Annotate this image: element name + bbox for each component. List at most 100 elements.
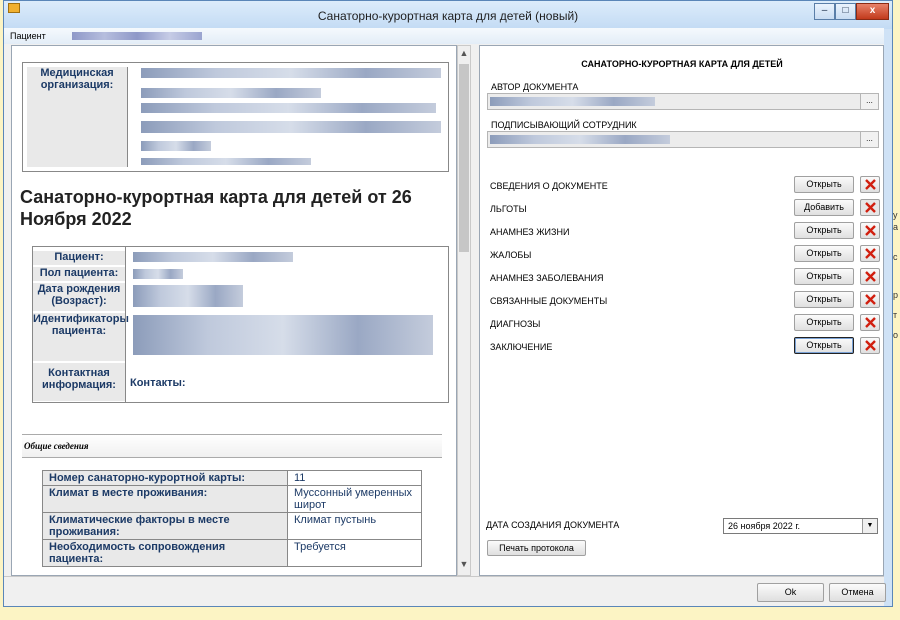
author-label: АВТОР ДОКУМЕНТА [491,82,579,92]
contacts-value: Контакты: [130,377,186,389]
section-row-diagnoses: ДИАГНОЗЫ Открыть [490,314,880,334]
section-row-benefits: ЛЬГОТЫ Добавить [490,199,880,219]
redacted-text [141,103,436,113]
signer-field[interactable]: ... [487,131,879,148]
background-fragment: т [893,310,898,320]
redacted-patient-name [72,32,202,40]
delete-icon [865,317,876,328]
table-row: Номер санаторно-курортной карты: 11 [42,470,422,486]
row-label: Климат в месте проживания: [42,485,288,513]
background-fragment: c [893,252,898,262]
row-value: Требуется [287,539,422,567]
redacted-text [141,158,311,165]
delete-button[interactable] [860,337,880,354]
section-label: СВЯЗАННЫЕ ДОКУМЕНТЫ [490,296,608,306]
row-value: Климат пустынь [287,512,422,540]
delete-button[interactable] [860,245,880,262]
row-label: Необходимость сопровождения пациента: [42,539,288,567]
organization-label: Медицинская организация: [27,67,128,167]
general-info-title: Общие сведения [24,441,89,451]
delete-icon [865,271,876,282]
author-browse-button[interactable]: ... [860,94,878,109]
general-info-table: Номер санаторно-курортной карты: 11 Клим… [42,470,422,567]
redacted-text [133,285,243,307]
delete-icon [865,202,876,213]
delete-icon [865,248,876,259]
section-row-conclusion: ЗАКЛЮЧЕНИЕ Открыть [490,337,880,357]
maximize-button[interactable]: □ [835,3,856,20]
redacted-text [141,68,441,78]
section-label: АНАМНЕЗ ЗАБОЛЕВАНИЯ [490,273,604,283]
delete-button[interactable] [860,268,880,285]
table-row: Необходимость сопровождения пациента: Тр… [42,539,422,567]
contact-label: Контактная информация: [33,363,125,401]
delete-button[interactable] [860,291,880,308]
dropdown-arrow-icon[interactable]: ▼ [862,519,877,533]
date-value: 26 ноября 2022 г. [728,521,800,531]
ids-label: Идентификаторы пациента: [33,313,129,361]
redacted-text [141,88,321,98]
redacted-text [133,315,433,355]
card-editor-panel: САНАТОРНО-КУРОРТНАЯ КАРТА ДЛЯ ДЕТЕЙ АВТО… [479,45,884,576]
redacted-text [133,252,293,262]
delete-icon [865,340,876,351]
open-button[interactable]: Открыть [794,268,854,285]
background-fragment: а [893,222,899,232]
section-label: ЖАЛОБЫ [490,250,532,260]
patient-info-table: Пациент: Пол пациента: Дата рождения (Во… [32,246,449,403]
open-button[interactable]: Открыть [794,291,854,308]
dob-label: Дата рождения (Возраст): [33,283,125,311]
close-button[interactable]: x [856,3,889,20]
section-label: ДИАГНОЗЫ [490,319,541,329]
background-fragment: о [893,330,899,340]
title-bar: Санаторно-курортная карта для детей (нов… [4,1,892,29]
document-preview: Медицинская организация: Санаторно-курор… [11,45,457,576]
panel-title: САНАТОРНО-КУРОРТНАЯ КАРТА ДЛЯ ДЕТЕЙ [581,59,783,69]
preview-scrollbar[interactable]: ▲ ▼ [457,45,471,576]
date-label: ДАТА СОЗДАНИЯ ДОКУМЕНТА [486,520,620,530]
ok-button[interactable]: Ok [757,583,824,602]
section-row-complaints: ЖАЛОБЫ Открыть [490,245,880,265]
cancel-button[interactable]: Отмена [829,583,886,602]
row-value: 11 [287,470,422,486]
delete-icon [865,294,876,305]
document-title: Санаторно-курортная карта для детей от 2… [20,187,412,229]
section-row-related-docs: СВЯЗАННЫЕ ДОКУМЕНТЫ Открыть [490,291,880,311]
scroll-up-arrow-icon[interactable]: ▲ [458,48,470,62]
row-label: Климатические факторы в месте проживания… [42,512,288,540]
delete-icon [865,179,876,190]
patient-label: Пациент [10,31,46,41]
sex-label: Пол пациента: [33,267,125,281]
delete-button[interactable] [860,176,880,193]
background-fragment: у [893,210,898,220]
creation-date-picker[interactable]: 26 ноября 2022 г. ▼ [723,518,878,534]
section-label: ЗАКЛЮЧЕНИЕ [490,342,553,352]
open-button[interactable]: Открыть [794,245,854,262]
section-label: ЛЬГОТЫ [490,204,527,214]
add-button[interactable]: Добавить [794,199,854,216]
window-title: Санаторно-курортная карта для детей (нов… [317,9,579,23]
redacted-author [490,97,655,106]
delete-button[interactable] [860,222,880,239]
table-row: Климатические факторы в месте проживания… [42,512,422,540]
open-button[interactable]: Открыть [794,314,854,331]
open-button[interactable]: Открыть [794,222,854,239]
section-label: АНАМНЕЗ ЖИЗНИ [490,227,570,237]
author-field[interactable]: ... [487,93,879,110]
open-button[interactable]: Открыть [794,176,854,193]
signer-browse-button[interactable]: ... [860,132,878,147]
dialog-footer: Ok Отмена [4,576,886,606]
print-protocol-button[interactable]: Печать протокола [487,540,586,556]
section-label: СВЕДЕНИЯ О ДОКУМЕНТЕ [490,181,608,191]
scrollbar-thumb[interactable] [459,64,469,252]
open-button[interactable]: Открыть [794,337,854,354]
delete-button[interactable] [860,199,880,216]
redacted-text [133,269,183,279]
patient-label: Пациент: [33,251,125,265]
section-row-disease-anamnesis: АНАМНЕЗ ЗАБОЛЕВАНИЯ Открыть [490,268,880,288]
minimize-button[interactable]: – [814,3,835,20]
section-row-life-anamnesis: АНАМНЕЗ ЖИЗНИ Открыть [490,222,880,242]
delete-button[interactable] [860,314,880,331]
scroll-down-arrow-icon[interactable]: ▼ [458,559,470,573]
row-label: Номер санаторно-курортной карты: [42,470,288,486]
